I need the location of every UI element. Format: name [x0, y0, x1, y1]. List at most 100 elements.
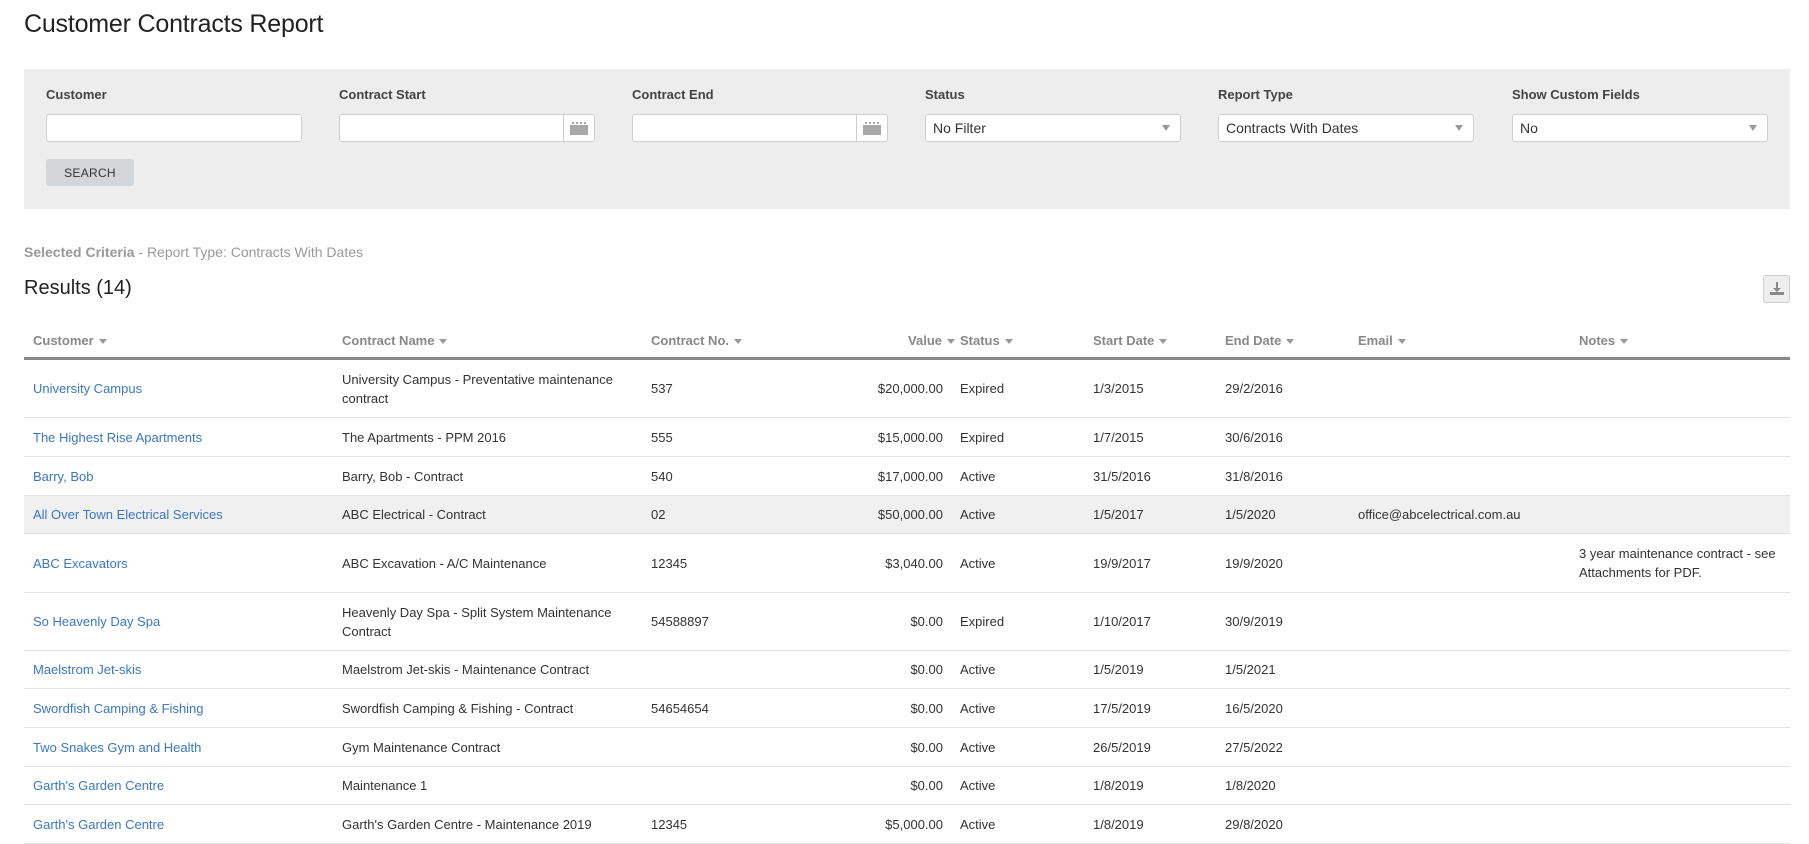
column-header-value[interactable]: Value	[908, 333, 955, 348]
table-row: Garth's Garden Centre Garth's Garden Cent…	[24, 805, 1790, 844]
show-custom-fields-select[interactable]: No	[1512, 114, 1768, 142]
selected-criteria: Selected Criteria - Report Type: Contrac…	[24, 244, 363, 260]
contract-name-cell: Gym Maintenance Contract	[342, 739, 501, 755]
start-date-cell: 1/8/2019	[1093, 816, 1144, 832]
status-cell: Active	[960, 662, 996, 677]
show-custom-fields-selected-value: No	[1520, 120, 1538, 136]
customer-link[interactable]: The Highest Rise Apartments	[33, 418, 333, 456]
customer-link[interactable]: All Over Town Electrical Services	[33, 496, 333, 533]
customer-link[interactable]: Garth's Garden Centre	[33, 805, 333, 843]
column-header-customer[interactable]: Customer	[33, 333, 107, 348]
customer-input[interactable]	[46, 114, 302, 142]
contract-start-calendar-button[interactable]	[563, 114, 595, 142]
value-cell: $0.00	[910, 700, 943, 716]
start-date-cell: 17/5/2019	[1093, 700, 1151, 716]
status-cell: Active	[960, 816, 996, 832]
contract-end-calendar-button[interactable]	[856, 114, 888, 142]
end-date-cell: 1/5/2021	[1225, 662, 1276, 677]
report-type-select[interactable]: Contracts With Dates	[1218, 114, 1474, 142]
start-date-cell: 1/7/2015	[1093, 429, 1144, 445]
value-cell: $0.00	[910, 739, 943, 755]
status-cell: Active	[960, 739, 996, 755]
filter-panel: Customer Contract Start Contract End Sta…	[24, 69, 1790, 209]
table-body: University Campus University Campus - Pre…	[24, 360, 1790, 844]
table-row: All Over Town Electrical Services ABC Ele…	[24, 496, 1790, 534]
table-row: Maelstrom Jet-skis Maelstrom Jet-skis - M…	[24, 651, 1790, 689]
contract-name-cell: Barry, Bob - Contract	[342, 468, 464, 484]
email-cell	[1358, 457, 1578, 495]
customer-link[interactable]: Barry, Bob	[33, 457, 333, 495]
chevron-down-icon	[1749, 125, 1757, 131]
end-date-cell: 30/6/2016	[1225, 429, 1283, 445]
contract-name-cell: Heavenly Day Spa - Split System Maintena…	[342, 604, 612, 639]
end-date-cell: 1/5/2020	[1225, 507, 1276, 522]
sort-icon	[1159, 339, 1168, 345]
contract-no-cell: 02	[651, 507, 666, 522]
contract-no-cell: 12345	[651, 816, 688, 832]
sort-icon	[1004, 339, 1013, 345]
value-cell: $0.00	[910, 778, 943, 793]
start-date-cell: 1/5/2019	[1093, 662, 1144, 677]
status-select[interactable]: No Filter	[925, 114, 1181, 142]
notes-cell	[1579, 805, 1789, 843]
email-cell	[1358, 534, 1578, 592]
notes-cell	[1579, 418, 1789, 456]
sort-icon	[1397, 339, 1406, 345]
sort-icon	[734, 339, 742, 345]
contract-start-input[interactable]	[339, 114, 564, 142]
end-date-cell: 27/5/2022	[1225, 739, 1283, 755]
start-date-cell: 1/10/2017	[1093, 614, 1151, 629]
customer-link[interactable]: ABC Excavators	[33, 534, 333, 592]
end-date-cell: 29/2/2016	[1225, 381, 1283, 396]
contract-no-cell: 537	[651, 381, 673, 396]
status-selected-value: No Filter	[933, 120, 986, 136]
end-date-cell: 1/8/2020	[1225, 778, 1276, 793]
column-header-start-date[interactable]: Start Date	[1093, 333, 1168, 348]
column-header-notes[interactable]: Notes	[1579, 333, 1629, 348]
customer-link[interactable]: Swordfish Camping & Fishing	[33, 689, 333, 727]
customer-link[interactable]: Maelstrom Jet-skis	[33, 651, 333, 688]
email-cell	[1358, 805, 1578, 843]
selected-criteria-label: Selected Criteria	[24, 244, 135, 260]
start-date-cell: 1/3/2015	[1093, 381, 1144, 396]
start-date-cell: 26/5/2019	[1093, 739, 1151, 755]
email-cell	[1358, 360, 1578, 417]
value-cell: $0.00	[910, 614, 943, 629]
contract-end-label: Contract End	[632, 87, 714, 102]
customer-link[interactable]: Garth's Garden Centre	[33, 767, 333, 804]
notes-cell	[1579, 593, 1789, 650]
customer-link[interactable]: Two Snakes Gym and Health	[33, 728, 333, 766]
customer-label: Customer	[46, 87, 107, 102]
status-cell: Active	[960, 778, 996, 793]
table-header: Customer Contract Name Contract No. Valu…	[24, 322, 1790, 360]
customer-link[interactable]: So Heavenly Day Spa	[33, 593, 333, 650]
email-cell	[1358, 593, 1578, 650]
calendar-icon	[570, 121, 588, 135]
status-cell: Active	[960, 507, 996, 522]
table-row: Barry, Bob Barry, Bob - Contract 540 $17,00…	[24, 457, 1790, 496]
download-button[interactable]	[1763, 275, 1790, 303]
table-row: Garth's Garden Centre Maintenance 1 $0.00 A…	[24, 767, 1790, 805]
column-header-contract-no[interactable]: Contract No.	[651, 333, 742, 348]
contract-name-cell: Garth's Garden Centre - Maintenance 2019	[342, 816, 592, 832]
contract-no-cell: 12345	[651, 555, 688, 571]
column-header-status[interactable]: Status	[960, 333, 1013, 348]
customer-link[interactable]: University Campus	[33, 360, 333, 417]
notes-cell	[1579, 360, 1789, 417]
column-header-contract-name[interactable]: Contract Name	[342, 333, 448, 348]
status-label: Status	[925, 87, 965, 102]
start-date-cell: 31/5/2016	[1093, 468, 1151, 484]
column-header-email[interactable]: Email	[1358, 333, 1406, 348]
search-button[interactable]: SEARCH	[46, 159, 134, 186]
status-cell: Active	[960, 468, 996, 484]
contract-no-cell	[651, 728, 801, 766]
end-date-cell: 31/8/2016	[1225, 468, 1283, 484]
column-header-end-date[interactable]: End Date	[1225, 333, 1295, 348]
report-type-label: Report Type	[1218, 87, 1293, 102]
calendar-icon	[863, 121, 881, 135]
sort-icon	[947, 339, 955, 345]
table-row: So Heavenly Day Spa Heavenly Day Spa - Sp…	[24, 593, 1790, 651]
email-cell	[1358, 651, 1578, 688]
notes-cell	[1579, 496, 1789, 533]
contract-end-input[interactable]	[632, 114, 857, 142]
